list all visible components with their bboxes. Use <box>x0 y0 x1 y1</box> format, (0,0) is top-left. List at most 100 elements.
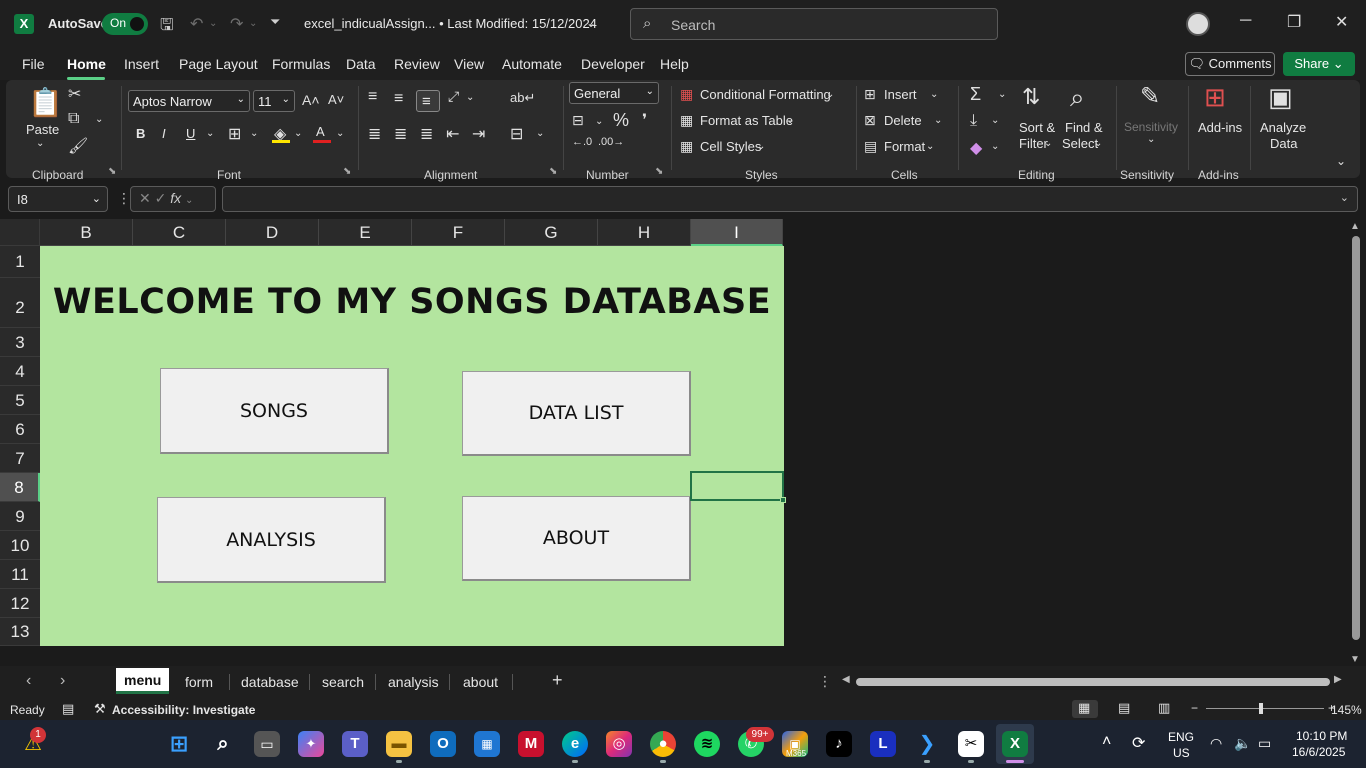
volume-icon[interactable]: 🔈 <box>1234 735 1251 752</box>
comma-style-icon[interactable]: ❜ <box>642 110 647 130</box>
menu-view[interactable]: View <box>454 56 484 72</box>
menu-insert[interactable]: Insert <box>124 56 159 72</box>
avatar[interactable] <box>1186 12 1210 36</box>
tab-about[interactable]: about <box>463 674 498 690</box>
align-top-icon[interactable]: ≡ <box>368 88 377 106</box>
customize-toolbar-icon[interactable]: ⏷ <box>270 14 280 30</box>
chevron-down-icon[interactable]: ⌄ <box>757 141 765 152</box>
increase-indent-icon[interactable]: ⇥ <box>472 124 485 144</box>
chevron-down-icon[interactable]: ⌄ <box>926 141 934 152</box>
column-header-d[interactable]: D <box>226 219 319 246</box>
orientation-dropdown-icon[interactable]: ⌄ <box>466 92 474 103</box>
autosave-toggle[interactable]: On <box>102 13 148 35</box>
insert-cells-icon[interactable]: ⊞ <box>864 86 876 103</box>
row-header-6[interactable]: 6 <box>0 415 40 444</box>
l-app-icon[interactable]: L <box>870 731 896 757</box>
tab-form[interactable]: form <box>185 674 213 690</box>
close-icon[interactable]: ✕ <box>1335 12 1348 32</box>
conditional-formatting-icon[interactable]: ▦ <box>680 86 693 103</box>
page-layout-view-icon[interactable]: ▤ <box>1118 700 1130 716</box>
scroll-down-icon[interactable]: ▼ <box>1350 654 1360 665</box>
scroll-left-icon[interactable]: ◀ <box>842 674 850 685</box>
comments-button[interactable]: 🗨 Comments <box>1185 52 1275 76</box>
addins-icon[interactable]: ⊞ <box>1204 82 1226 113</box>
search-box[interactable]: ⌕ Search <box>630 8 998 40</box>
about-button[interactable]: ABOUT <box>462 496 691 581</box>
cell-styles-button[interactable]: Cell Styles <box>700 139 761 154</box>
clear-icon[interactable]: ◆ <box>970 138 982 158</box>
language-1[interactable]: ENG <box>1168 730 1194 744</box>
copilot-icon[interactable]: ✦ <box>298 731 324 757</box>
clock-time[interactable]: 10:10 PM <box>1296 729 1347 743</box>
menu-data[interactable]: Data <box>346 56 376 72</box>
delete-cells-icon[interactable]: ⊠ <box>864 112 876 129</box>
autosum-dropdown-icon[interactable]: ⌄ <box>998 89 1006 100</box>
document-title[interactable]: excel_indicualAssign... • Last Modified:… <box>304 16 597 31</box>
chevron-down-icon[interactable]: ⌄ <box>786 115 794 126</box>
page-break-view-icon[interactable]: ▥ <box>1158 700 1170 716</box>
language-2[interactable]: US <box>1173 746 1190 760</box>
font-color-dropdown-icon[interactable]: ⌄ <box>336 128 344 139</box>
analyze-data-button[interactable]: Analyze <box>1260 120 1306 135</box>
next-sheet-icon[interactable]: › <box>60 672 65 690</box>
align-right-icon[interactable]: ≣ <box>420 124 433 144</box>
row-header-7[interactable]: 7 <box>0 444 40 473</box>
add-sheet-icon[interactable]: + <box>552 670 563 691</box>
file-explorer-icon[interactable]: ▬ <box>386 731 412 757</box>
align-middle-icon[interactable]: ≡ <box>394 90 403 108</box>
find-select-label[interactable]: Find & <box>1065 120 1103 135</box>
sync-icon[interactable]: ⟳ <box>1132 733 1145 753</box>
tab-analysis[interactable]: analysis <box>388 674 439 690</box>
tab-database[interactable]: database <box>241 674 299 690</box>
paste-icon[interactable]: 📋 <box>28 86 63 119</box>
selected-cell[interactable] <box>690 471 784 501</box>
menu-home[interactable]: Home <box>67 56 106 72</box>
menu-developer[interactable]: Developer <box>581 56 645 72</box>
menu-automate[interactable]: Automate <box>502 56 562 72</box>
paste-dropdown-icon[interactable]: ⌄ <box>36 138 44 149</box>
redo-dropdown-icon[interactable]: ⌄ <box>249 18 257 29</box>
row-header-11[interactable]: 11 <box>0 560 40 589</box>
copy-dropdown-icon[interactable]: ⌄ <box>95 114 103 125</box>
formula-input[interactable]: ⌄ <box>222 186 1358 212</box>
align-left-icon[interactable]: ≣ <box>368 124 381 144</box>
zoom-level[interactable]: 145% <box>1331 703 1362 717</box>
addins-button[interactable]: Add-ins <box>1198 120 1242 135</box>
increase-decimal-icon[interactable]: ←.0 <box>572 136 592 148</box>
teams-icon[interactable]: T <box>342 731 368 757</box>
row-header-8[interactable]: 8 <box>0 473 40 502</box>
scroll-right-icon[interactable]: ▶ <box>1334 674 1342 685</box>
merge-center-icon[interactable]: ⊟ <box>510 124 523 144</box>
minimize-icon[interactable]: ─ <box>1240 12 1251 30</box>
analyze-data-label-2[interactable]: Data <box>1270 136 1297 151</box>
column-header-c[interactable]: C <box>133 219 226 246</box>
sort-filter-label[interactable]: Sort & <box>1019 120 1055 135</box>
chevron-down-icon[interactable]: ⌄ <box>934 115 942 126</box>
column-header-i[interactable]: I <box>691 219 783 246</box>
analyze-data-icon[interactable]: ▣ <box>1268 82 1293 113</box>
decrease-indent-icon[interactable]: ⇤ <box>446 124 459 144</box>
chevron-down-icon[interactable]: ⌄ <box>1094 138 1102 149</box>
percent-icon[interactable]: % <box>613 110 629 131</box>
underline-icon[interactable]: U <box>186 126 195 141</box>
borders-dropdown-icon[interactable]: ⌄ <box>250 128 258 139</box>
battery-icon[interactable]: ▭ <box>1258 735 1271 752</box>
horizontal-scrollbar-thumb[interactable] <box>856 678 1330 686</box>
chevron-down-icon[interactable]: ⌄ <box>185 195 193 206</box>
clear-dropdown-icon[interactable]: ⌄ <box>991 141 999 152</box>
undo-dropdown-icon[interactable]: ⌄ <box>209 18 217 29</box>
orientation-icon[interactable]: ⤢ <box>448 88 459 105</box>
chevron-down-icon[interactable]: ⌄ <box>586 16 596 30</box>
zoom-slider-thumb[interactable] <box>1259 703 1263 714</box>
normal-view-button[interactable]: ▦ <box>1072 700 1098 718</box>
format-cells-button[interactable]: Format <box>884 139 925 154</box>
cut-icon[interactable]: ✂ <box>68 84 81 104</box>
outlook-icon[interactable]: O <box>430 731 456 757</box>
undo-icon[interactable]: ↶ <box>190 14 203 34</box>
row-header-12[interactable]: 12 <box>0 589 40 618</box>
font-color-icon[interactable]: A <box>316 124 325 139</box>
macro-recording-icon[interactable]: ▤ <box>62 701 74 717</box>
format-as-table-icon[interactable]: ▦ <box>680 112 693 129</box>
insert-function-icon[interactable]: fx <box>170 190 181 206</box>
insert-cells-button[interactable]: Insert <box>884 87 917 102</box>
